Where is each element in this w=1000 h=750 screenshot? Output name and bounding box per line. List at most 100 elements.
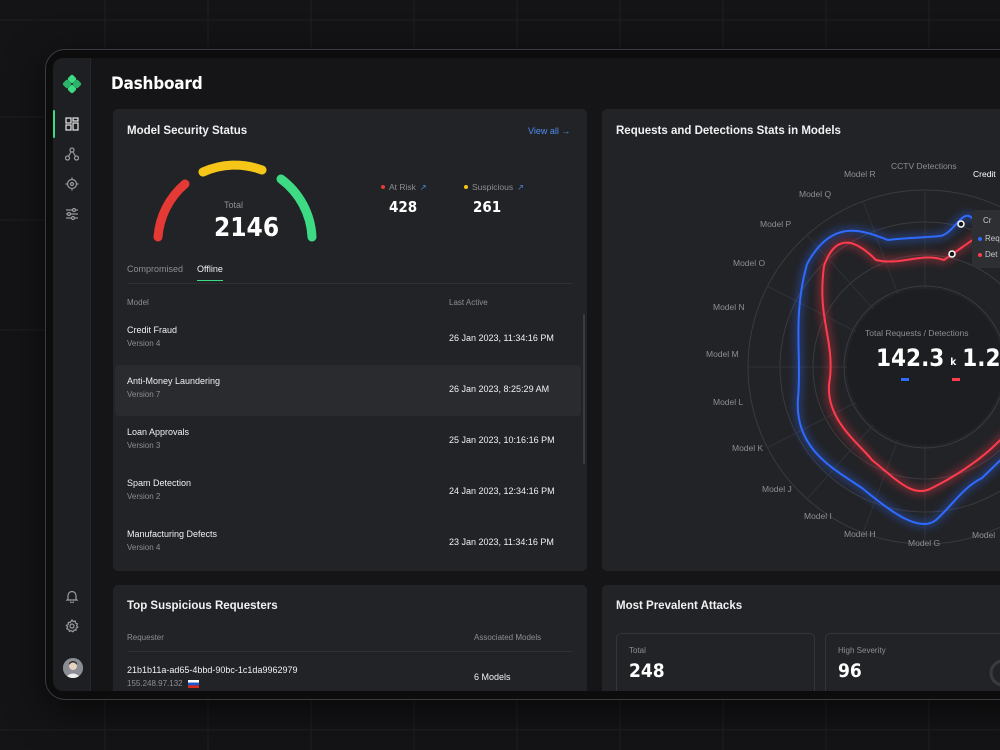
last-active: 24 Jan 2023, 12:34:16 PM (449, 486, 555, 496)
total-attacks-label: Total (629, 646, 646, 655)
tab-compromised[interactable]: Compromised (127, 264, 183, 281)
gauge-label: Total (224, 200, 244, 210)
radar-title: Requests and Detections Stats in Models (616, 125, 841, 137)
model-name: Manufacturing Defects (127, 529, 218, 539)
sidebar (53, 58, 91, 691)
sidebar-active-indicator (53, 110, 55, 138)
sliders-icon (66, 207, 78, 221)
table-row[interactable]: Manufacturing Defects Version 4 23 Jan 2… (115, 518, 581, 569)
axis-label-model-o: Model O (733, 258, 766, 268)
russia-flag-icon (187, 679, 199, 688)
axis-label-model-p: Model P (760, 219, 792, 229)
requester-id[interactable]: 21b1b11a-ad65-4bbd-90bc-1c1da9962979 (127, 665, 297, 675)
axis-label-model-i: Model I (804, 511, 832, 521)
sidebar-item-targets[interactable] (62, 174, 82, 194)
table-row[interactable]: Loan Approvals Version 3 25 Jan 2023, 10… (115, 416, 581, 467)
axis-label-model-h: Model H (844, 529, 876, 539)
at-risk-value: 428 (389, 198, 418, 216)
axis-label-model: Model (972, 530, 996, 540)
attacks-title: Most Prevalent Attacks (616, 600, 743, 612)
axis-label-model-l: Model L (713, 397, 744, 407)
column-header-last-active: Last Active (449, 298, 488, 307)
crosshair-icon (65, 177, 79, 191)
requesters-divider (127, 651, 573, 652)
gear-icon (65, 619, 79, 633)
axis-label-model-m: Model M (706, 349, 739, 359)
model-name: Anti-Money Laundering (127, 376, 221, 386)
sidebar-item-models[interactable] (62, 144, 82, 164)
tooltip-requests-dot (978, 237, 982, 241)
sidebar-item-settings[interactable] (62, 616, 82, 636)
column-header-associated-models: Associated Models (474, 633, 542, 642)
requesters-title: Top Suspicious Requesters (127, 600, 278, 612)
nodes-icon (65, 147, 79, 161)
high-severity-value: 96 (838, 660, 862, 682)
at-risk-label: At Risk (389, 182, 416, 192)
axis-label-credit: Credit (973, 169, 996, 179)
suspicious-label-row: Suspicious ↗ (464, 182, 524, 192)
grid-icon (65, 117, 79, 131)
sidebar-item-dashboard[interactable] (62, 114, 82, 134)
axis-label-model-q: Model Q (799, 189, 832, 199)
radar-center-label: Total Requests / Detections (865, 328, 969, 338)
suspicious-value: 261 (473, 198, 502, 216)
axis-label-model-n: Model N (713, 302, 745, 312)
axis-label-cctv: CCTV Detections (891, 161, 957, 171)
model-version: Version 4 (127, 339, 161, 348)
axis-label-model-r: Model R (844, 169, 876, 179)
sidebar-item-filters[interactable] (62, 204, 82, 224)
detections-point-marker[interactable] (948, 250, 956, 258)
detections-legend-bar (952, 378, 960, 381)
column-header-requester: Requester (127, 633, 164, 642)
requester-models: 6 Models (474, 672, 511, 682)
model-name: Credit Fraud (127, 325, 178, 335)
app-screen: Dashboard Model Security Status View all… (53, 58, 1000, 691)
status-tabs: Compromised Offline (127, 264, 223, 281)
at-risk-label-row: At Risk ↗ (381, 182, 427, 192)
axis-label-model-g: Model G (908, 538, 941, 548)
model-version: Version 3 (127, 441, 161, 450)
page-title: Dashboard (111, 74, 203, 94)
requester-ip-row: 155.248.97.132 (127, 679, 199, 688)
last-active: 26 Jan 2023, 11:34:16 PM (449, 333, 554, 343)
gauge-segment-red (153, 179, 190, 242)
axis-label-model-j: Model J (762, 484, 792, 494)
logo-icon[interactable] (62, 74, 82, 94)
table-row[interactable]: Spam Detection Version 2 24 Jan 2023, 12… (115, 467, 581, 518)
table-scrollbar[interactable] (583, 314, 585, 464)
high-severity-label: High Severity (838, 646, 886, 655)
model-version: Version 2 (127, 492, 161, 501)
model-version: Version 4 (127, 543, 161, 552)
tabs-divider (127, 283, 573, 284)
last-active: 25 Jan 2023, 10:16:16 PM (449, 435, 555, 445)
requests-point-marker[interactable] (957, 220, 965, 228)
requests-legend-bar (901, 378, 909, 381)
severity-ring-icon (989, 659, 1000, 687)
radar-center-values: 142.3 k 1.2 k (876, 344, 1000, 372)
avatar[interactable] (63, 658, 83, 678)
total-detections-value: 1.2 (962, 344, 1000, 372)
gauge-total-value: 2146 (214, 213, 280, 243)
suspicious-label: Suspicious (472, 182, 514, 192)
tab-offline[interactable]: Offline (197, 264, 223, 281)
table-row[interactable]: Credit Fraud Version 4 26 Jan 2023, 11:3… (115, 314, 581, 365)
external-link-icon[interactable]: ↗ (420, 183, 427, 192)
model-name: Spam Detection (127, 478, 192, 488)
bell-icon (65, 590, 79, 603)
total-requests-value: 142.3 (876, 344, 945, 372)
view-all-link[interactable]: View all → (528, 126, 570, 136)
external-link-icon[interactable]: ↗ (517, 183, 524, 192)
at-risk-dot (381, 185, 385, 189)
sidebar-item-notifications[interactable] (62, 586, 82, 606)
table-row[interactable]: Anti-Money Laundering Version 7 26 Jan 2… (115, 365, 581, 416)
suspicious-dot (464, 185, 468, 189)
tooltip-detections-dot (978, 253, 982, 257)
gauge-segment-green (276, 174, 317, 242)
last-active: 26 Jan 2023, 8:25:29 AM (449, 384, 550, 394)
last-active: 23 Jan 2023, 11:34:16 PM (449, 537, 554, 547)
total-attacks-value: 248 (629, 660, 665, 682)
gauge-segment-yellow (198, 160, 267, 177)
tooltip-title: Cr (983, 216, 992, 225)
tooltip-detections-label: Det (985, 250, 998, 259)
model-name: Loan Approvals (127, 427, 190, 437)
